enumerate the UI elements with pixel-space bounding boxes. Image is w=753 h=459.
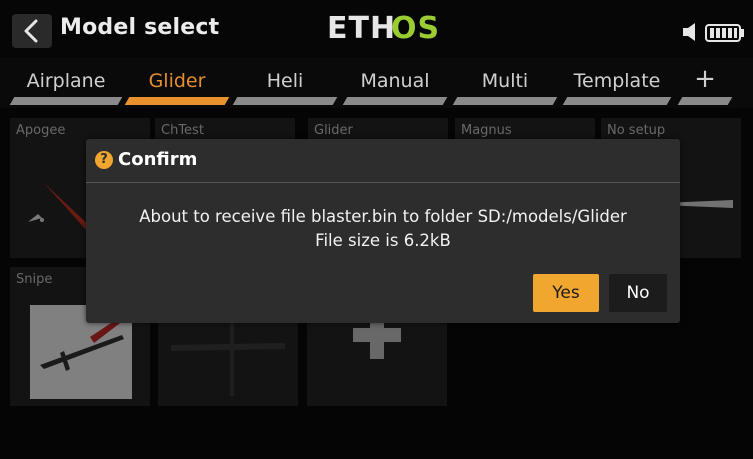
tab-add[interactable]: + (677, 58, 733, 108)
chevron-left-icon (24, 19, 38, 43)
logo-text-os: OS (391, 11, 441, 46)
tab-manual[interactable]: Manual (342, 58, 448, 108)
dialog-message-line-1: About to receive file blaster.bin to fol… (139, 207, 627, 226)
tab-glider[interactable]: Glider (124, 58, 230, 108)
back-button[interactable] (12, 14, 52, 48)
add-icon: + (694, 64, 716, 94)
logo-text-eth: ETH (327, 11, 397, 46)
header-bar: Model select ETH OS (0, 0, 753, 58)
tab-label: Airplane (26, 70, 106, 92)
dialog-header: ? Confirm (86, 139, 680, 183)
battery-icon[interactable] (705, 23, 745, 43)
dialog-message-line-2: File size is 6.2kB (315, 231, 451, 250)
tab-label: Multi (481, 70, 529, 92)
tab-underline (232, 97, 338, 105)
question-icon: ? (95, 151, 113, 169)
tab-multi[interactable]: Multi (452, 58, 558, 108)
tab-label: Template (573, 70, 661, 92)
tab-heli[interactable]: Heli (232, 58, 338, 108)
tab-underline (342, 97, 448, 105)
no-button[interactable]: No (609, 274, 667, 312)
tab-underline (677, 97, 733, 105)
tab-template[interactable]: Template (562, 58, 672, 108)
category-tabs: Airplane Glider Heli Manual Multi Templa… (0, 58, 753, 108)
tab-underline (124, 97, 230, 105)
dialog-title: Confirm (118, 149, 198, 170)
speaker-icon[interactable] (681, 22, 701, 42)
confirm-dialog: ? Confirm About to receive file blaster.… (86, 139, 680, 323)
tab-underline (452, 97, 558, 105)
tab-label: Manual (360, 70, 430, 92)
tab-label: Glider (148, 70, 206, 92)
page-title: Model select (60, 15, 220, 40)
tab-airplane[interactable]: Airplane (9, 58, 123, 108)
model-select-screen: Model select ETH OS Airplane Glider Heli… (0, 0, 753, 459)
ethos-logo: ETH OS (327, 11, 441, 46)
dialog-message: About to receive file blaster.bin to fol… (86, 205, 680, 253)
tab-underline (9, 97, 123, 105)
yes-button[interactable]: Yes (533, 274, 599, 312)
tab-label: Heli (266, 70, 304, 92)
tab-underline (562, 97, 672, 105)
